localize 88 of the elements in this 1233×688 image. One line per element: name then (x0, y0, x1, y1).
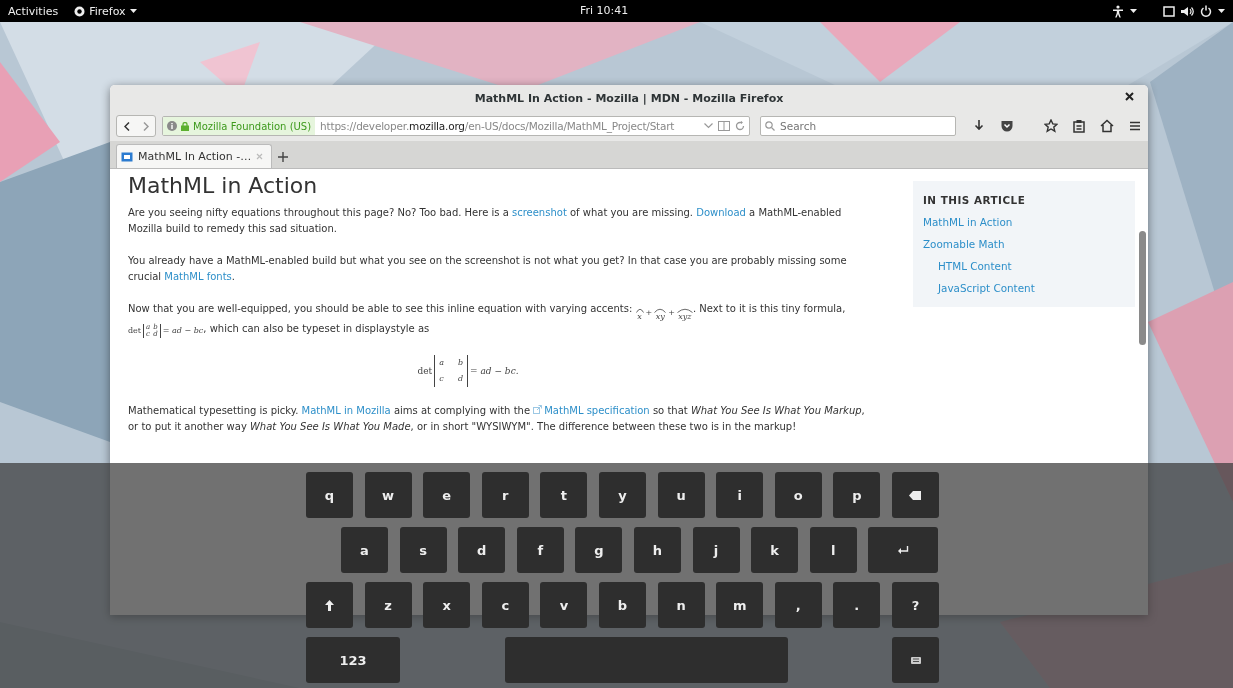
reader-icon[interactable] (718, 121, 730, 131)
lock-icon (181, 121, 189, 131)
key[interactable]: t (540, 472, 588, 518)
key[interactable]: b (598, 582, 646, 628)
clock[interactable]: Fri 10:41 (580, 0, 629, 22)
key[interactable]: z (364, 582, 412, 628)
key[interactable]: g (575, 527, 623, 573)
menu-icon (1128, 119, 1142, 133)
key[interactable]: n (657, 582, 705, 628)
math-formula: det a b c d = ad − bc. (417, 355, 519, 387)
key[interactable]: c (481, 582, 529, 628)
key[interactable]: y (598, 472, 646, 518)
key[interactable]: q (306, 472, 353, 518)
article-heading: MathML in Action (128, 173, 319, 199)
key[interactable]: a (341, 527, 388, 573)
key[interactable]: . (833, 582, 881, 628)
paragraph: Mathematical typesetting is picky. MathML in Mozilla aims at complying with the MathML specification so that What You See Is What You Markup, or to put it another way What You See Is What You Made, or in short "WYSIWYM". The difference between these two is in the markup! (128, 404, 866, 434)
scrollbar-thumb[interactable] (1139, 231, 1146, 345)
keyboard-icon (910, 656, 921, 664)
reload-icon[interactable] (735, 121, 745, 131)
close-icon (256, 153, 264, 160)
power-icon (1200, 5, 1212, 17)
accent-icon (676, 308, 693, 313)
key[interactable]: , (774, 582, 822, 628)
paragraph: Are you seeing nifty equations throughout this page? No? Too bad. Here is a screenshot of what you are missing. Download a MathML-enabled Mozilla build to remedy this sad situation. (128, 206, 843, 236)
browser-tab[interactable]: MathML In Action -… (116, 144, 273, 168)
screen-icon (1163, 5, 1175, 17)
external-link-icon (533, 405, 543, 414)
key[interactable]: h (633, 527, 681, 573)
enter-icon (897, 545, 909, 555)
key[interactable]: w (364, 472, 412, 518)
link[interactable]: MathML specification (533, 405, 650, 416)
info-icon (167, 121, 177, 131)
key[interactable]: u (657, 472, 705, 518)
accent-icon (654, 308, 667, 313)
chevron-left-icon (123, 121, 130, 131)
search-field[interactable]: Search (760, 116, 956, 136)
activities-button[interactable]: Activities (0, 0, 67, 22)
shift-key[interactable] (306, 582, 353, 628)
key[interactable]: i (716, 472, 764, 518)
window-title: MathML In Action - Mozilla | MDN - Mozilla Firefox (474, 91, 784, 105)
key[interactable]: d (458, 527, 506, 573)
app-menu[interactable]: Firefox (66, 0, 145, 22)
enter-key[interactable] (868, 527, 939, 573)
page-icon (121, 151, 133, 162)
accent-icon (635, 308, 644, 313)
star-icon (1044, 119, 1058, 133)
caret-icon (1218, 8, 1225, 14)
link[interactable]: Download (696, 207, 746, 218)
toc-title: IN THIS ARTICLE (923, 193, 1027, 207)
key[interactable]: k (751, 527, 799, 573)
key[interactable]: e (423, 472, 471, 518)
key[interactable]: s (399, 527, 447, 573)
dropdown-icon[interactable] (704, 123, 713, 129)
shift-arrow-icon (325, 599, 334, 611)
clipboard-icon (1072, 119, 1086, 133)
link[interactable]: MathML fonts (164, 271, 232, 282)
paragraph: You already have a MathML-enabled build but what you see on the screenshot is not what you get? In that case you are probably missing some crucial MathML fonts. (128, 254, 848, 284)
key[interactable]: r (481, 472, 529, 518)
link[interactable]: MathML in Mozilla (301, 405, 391, 416)
math-formula: x + xy + xyz (635, 307, 693, 321)
close-icon[interactable] (1125, 92, 1134, 101)
key[interactable]: f (516, 527, 564, 573)
hide-keyboard-key[interactable] (892, 637, 940, 683)
url-text: https://developer.mozilla.org/en-US/docs/Mozilla/MathML_Project/Start (320, 120, 675, 132)
key[interactable]: o (774, 472, 822, 518)
address-bar[interactable]: Mozilla Foundation (US) https://developer.mozilla.org/en-US/docs/Mozilla/MathML_Project/Start (162, 116, 750, 136)
key[interactable]: x (423, 582, 471, 628)
download-icon (972, 119, 986, 133)
caret-icon (129, 8, 137, 14)
home-icon (1100, 119, 1114, 133)
chevron-right-icon (142, 121, 149, 131)
volume-icon (1181, 5, 1194, 17)
accessibility-icon (1112, 4, 1124, 18)
plus-icon[interactable] (278, 151, 289, 162)
backspace-icon (909, 490, 922, 500)
link[interactable]: screenshot (511, 207, 567, 218)
search-icon (765, 121, 776, 131)
shield-icon (1000, 119, 1014, 133)
key[interactable]: l (809, 527, 857, 573)
key[interactable]: m (716, 582, 764, 628)
caret-icon (1130, 8, 1137, 14)
key[interactable]: p (833, 472, 881, 518)
key[interactable]: v (540, 582, 588, 628)
key[interactable]: ? (891, 582, 939, 628)
numbers-key[interactable]: 123 (306, 637, 400, 683)
key[interactable]: j (692, 527, 740, 573)
backspace-key[interactable] (891, 472, 939, 518)
